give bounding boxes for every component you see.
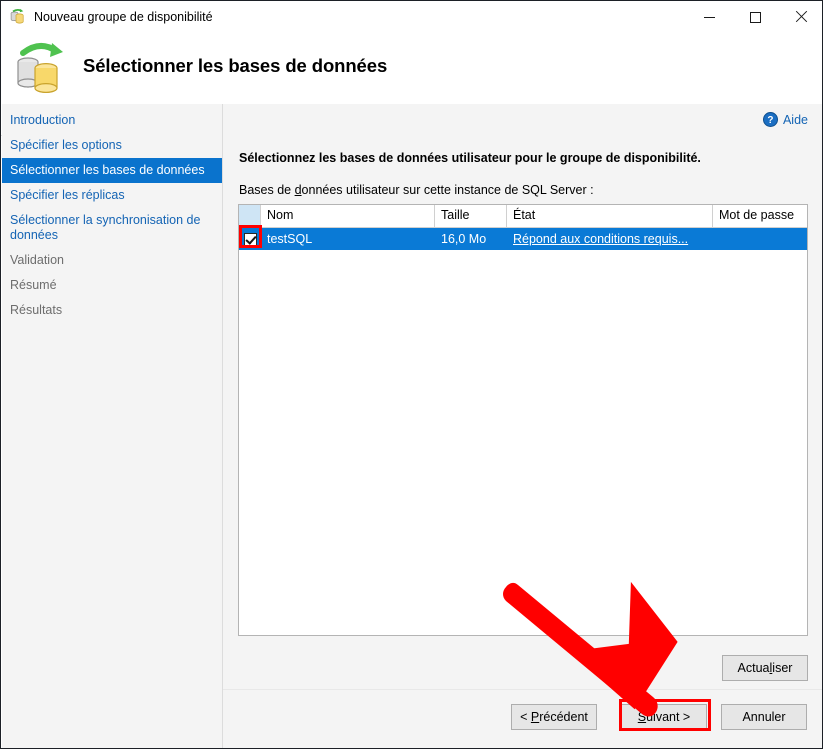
databases-sync-icon xyxy=(11,39,69,97)
refresh-button[interactable]: Actualiser xyxy=(722,655,808,681)
dialog-window: Nouveau groupe de disponibilité xyxy=(0,0,823,749)
previous-pre: < xyxy=(520,710,531,724)
maximize-icon xyxy=(750,12,761,23)
sidebar-item-label: Résultats xyxy=(10,303,62,317)
next-button-highlight-box xyxy=(619,699,711,731)
window-title: Nouveau groupe de disponibilité xyxy=(34,10,213,24)
close-button[interactable] xyxy=(778,1,823,33)
page-title: Sélectionner les bases de données xyxy=(83,55,387,77)
content-pane: ? Aide Sélectionnez les bases de données… xyxy=(223,104,823,689)
grid-header-checkbox-column[interactable] xyxy=(239,205,261,227)
instruction-text: Sélectionnez les bases de données utilis… xyxy=(239,151,701,165)
availability-group-icon xyxy=(9,8,27,26)
grid-caption: Bases de données utilisateur sur cette i… xyxy=(239,183,594,197)
refresh-pre: Actua xyxy=(738,661,770,675)
sidebar-item-specifier-replicas[interactable]: Spécifier les réplicas xyxy=(2,183,222,208)
maximize-button[interactable] xyxy=(732,1,778,33)
sidebar-item-label: Sélectionner la synchronisation de donné… xyxy=(10,213,200,242)
grid-caption-pre: Bases de xyxy=(239,183,295,197)
sidebar-item-label: Spécifier les options xyxy=(10,138,122,152)
grid-header-row: Nom Taille État Mot de passe xyxy=(239,205,807,228)
grid-header-nom[interactable]: Nom xyxy=(261,205,435,227)
sidebar-item-validation: Validation xyxy=(2,248,222,273)
help-link[interactable]: ? Aide xyxy=(763,112,808,127)
previous-post: récédent xyxy=(539,710,588,724)
row-etat-link[interactable]: Répond aux conditions requis... xyxy=(513,232,688,246)
grid-caption-accel: d xyxy=(295,183,302,197)
checkbox-highlight-box xyxy=(239,225,262,248)
previous-accel: P xyxy=(531,710,539,724)
row-etat[interactable]: Répond aux conditions requis... xyxy=(507,228,713,250)
sidebar-item-selectionner-bases-de-donnees[interactable]: Sélectionner les bases de données xyxy=(2,158,222,183)
table-row[interactable]: testSQL 16,0 Mo Répond aux conditions re… xyxy=(239,228,807,250)
sidebar-item-label: Introduction xyxy=(10,113,75,127)
grid-caption-post: onnées utilisateur sur cette instance de… xyxy=(302,183,594,197)
grid-header-taille[interactable]: Taille xyxy=(435,205,507,227)
databases-grid[interactable]: Nom Taille État Mot de passe testSQL 16,… xyxy=(238,204,808,636)
row-taille: 16,0 Mo xyxy=(435,228,507,250)
refresh-post: iser xyxy=(772,661,792,675)
help-icon: ? xyxy=(763,112,778,127)
previous-button[interactable]: < Précédent xyxy=(511,704,597,730)
sidebar-item-specifier-options[interactable]: Spécifier les options xyxy=(2,133,222,158)
sidebar-item-introduction[interactable]: Introduction xyxy=(2,108,222,133)
grid-header-etat[interactable]: État xyxy=(507,205,713,227)
minimize-button[interactable] xyxy=(686,1,732,33)
sidebar-item-label: Sélectionner les bases de données xyxy=(10,163,205,177)
cancel-button[interactable]: Annuler xyxy=(721,704,807,730)
sidebar-item-label: Spécifier les réplicas xyxy=(10,188,125,202)
sidebar-item-resultats: Résultats xyxy=(2,298,222,323)
grid-header-mot-de-passe[interactable]: Mot de passe xyxy=(713,205,807,227)
window-controls xyxy=(686,1,823,33)
sidebar-item-synchronisation-donnees[interactable]: Sélectionner la synchronisation de donné… xyxy=(2,208,222,248)
close-icon xyxy=(795,11,807,23)
page-header: Sélectionner les bases de données xyxy=(1,33,823,104)
sidebar-item-resume: Résumé xyxy=(2,273,222,298)
sidebar-item-label: Résumé xyxy=(10,278,57,292)
sidebar-item-label: Validation xyxy=(10,253,64,267)
dialog-footer: < Précédent Suivant > Annuler xyxy=(223,689,823,749)
minimize-icon xyxy=(704,17,715,18)
wizard-steps-sidebar: Introduction Spécifier les options Sélec… xyxy=(2,104,223,749)
title-bar: Nouveau groupe de disponibilité xyxy=(1,1,823,33)
cancel-post: Annuler xyxy=(742,710,785,724)
row-nom: testSQL xyxy=(261,228,435,250)
help-label: Aide xyxy=(783,113,808,127)
